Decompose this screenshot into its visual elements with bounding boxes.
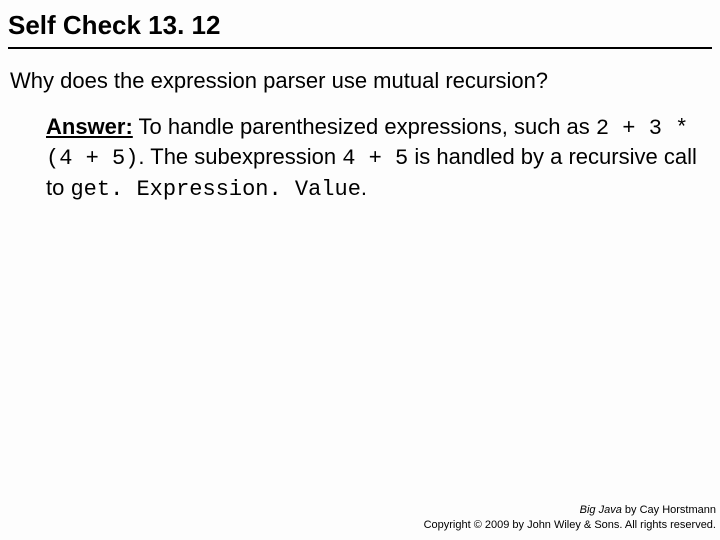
question-text: Why does the expression parser use mutua… xyxy=(10,67,712,95)
footer-book-title: Big Java xyxy=(580,504,622,516)
answer-text-2: . The subexpression xyxy=(138,144,342,169)
slide: Self Check 13. 12 Why does the expressio… xyxy=(0,0,720,540)
answer-code-3: get. Expression. Value xyxy=(70,177,360,202)
answer-label: Answer: xyxy=(46,114,133,139)
footer-byline: by Cay Horstmann xyxy=(622,504,716,516)
footer-line-1: Big Java by Cay Horstmann xyxy=(424,503,716,517)
answer-code-2: 4 + 5 xyxy=(342,146,408,171)
answer-text-4: . xyxy=(361,175,367,200)
answer-text-1: To handle parenthesized expressions, suc… xyxy=(133,114,596,139)
footer-copyright: Copyright © 2009 by John Wiley & Sons. A… xyxy=(424,518,716,532)
slide-title: Self Check 13. 12 xyxy=(8,10,712,41)
footer: Big Java by Cay Horstmann Copyright © 20… xyxy=(424,503,716,532)
title-bar: Self Check 13. 12 xyxy=(8,10,712,49)
answer-block: Answer: To handle parenthesized expressi… xyxy=(46,113,708,205)
